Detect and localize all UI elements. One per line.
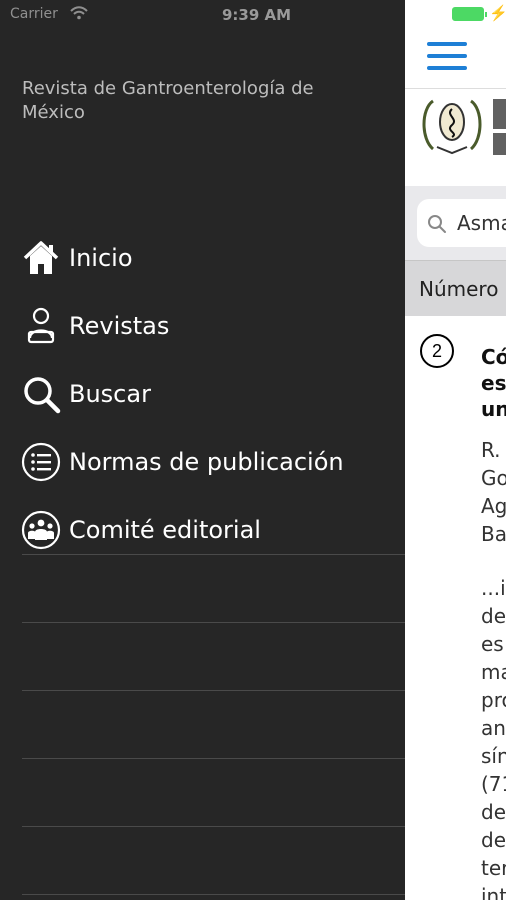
menu-divider: [22, 826, 405, 827]
menu-label-inicio: Inicio: [69, 244, 133, 272]
result-authors: R. Go Ag Ba: [481, 438, 506, 546]
navigation-bar: [405, 30, 506, 86]
charging-bolt-icon: ⚡: [489, 5, 506, 22]
result-list-item[interactable]: 2 Có es un R. Go Ag Ba ...i de es ma pro…: [405, 316, 506, 900]
menu-divider: [22, 622, 405, 623]
menu-label-comite: Comité editorial: [69, 516, 261, 544]
search-input[interactable]: Asma: [457, 211, 506, 235]
battery-icon: [452, 7, 487, 21]
menu-item-inicio[interactable]: Inicio: [20, 224, 405, 292]
journal-title: Revista de Gantroenterología de México: [22, 78, 314, 123]
status-bar: Carrier 9:39 AM ⚡: [0, 0, 506, 30]
menu-divider: [22, 894, 405, 895]
menu-divider: [22, 554, 405, 555]
menu-divider: [22, 758, 405, 759]
carrier-label: Carrier: [10, 6, 58, 22]
journal-header-band: [405, 88, 506, 187]
menu-label-buscar: Buscar: [69, 380, 151, 408]
menu-label-revistas: Revistas: [69, 312, 170, 340]
filter-segment[interactable]: Número: [405, 260, 506, 317]
result-snippet: ...i de es ma pro an sín (71 de de ter i…: [481, 576, 506, 900]
list-icon: [20, 441, 62, 483]
result-title[interactable]: Có es un: [481, 344, 506, 422]
search-field[interactable]: Asma: [417, 199, 506, 247]
clock: 9:39 AM: [222, 6, 292, 24]
journal-logo-icon: [422, 99, 506, 155]
drawer-menu: Inicio Revistas Buscar Normas de publica…: [20, 224, 405, 564]
menu-label-normas: Normas de publicación: [69, 448, 344, 476]
search-bar-band: Asma: [405, 186, 506, 260]
home-icon: [20, 237, 62, 279]
menu-item-revistas[interactable]: Revistas: [20, 292, 405, 360]
filter-numero-label[interactable]: Número: [419, 277, 498, 301]
menu-item-buscar[interactable]: Buscar: [20, 360, 405, 428]
main-content-panel[interactable]: Asma Número 2 Có es un R. Go Ag Ba ...i …: [405, 0, 506, 900]
menu-item-normas[interactable]: Normas de publicación: [20, 428, 405, 496]
side-drawer: Revista de Gantroenterología de México I…: [0, 0, 405, 900]
group-icon: [20, 509, 62, 551]
wifi-icon: [70, 6, 88, 20]
result-number-badge: 2: [420, 334, 454, 368]
search-icon: [20, 373, 62, 415]
search-icon: [428, 215, 446, 233]
reader-icon: [20, 305, 62, 347]
menu-divider: [22, 690, 405, 691]
